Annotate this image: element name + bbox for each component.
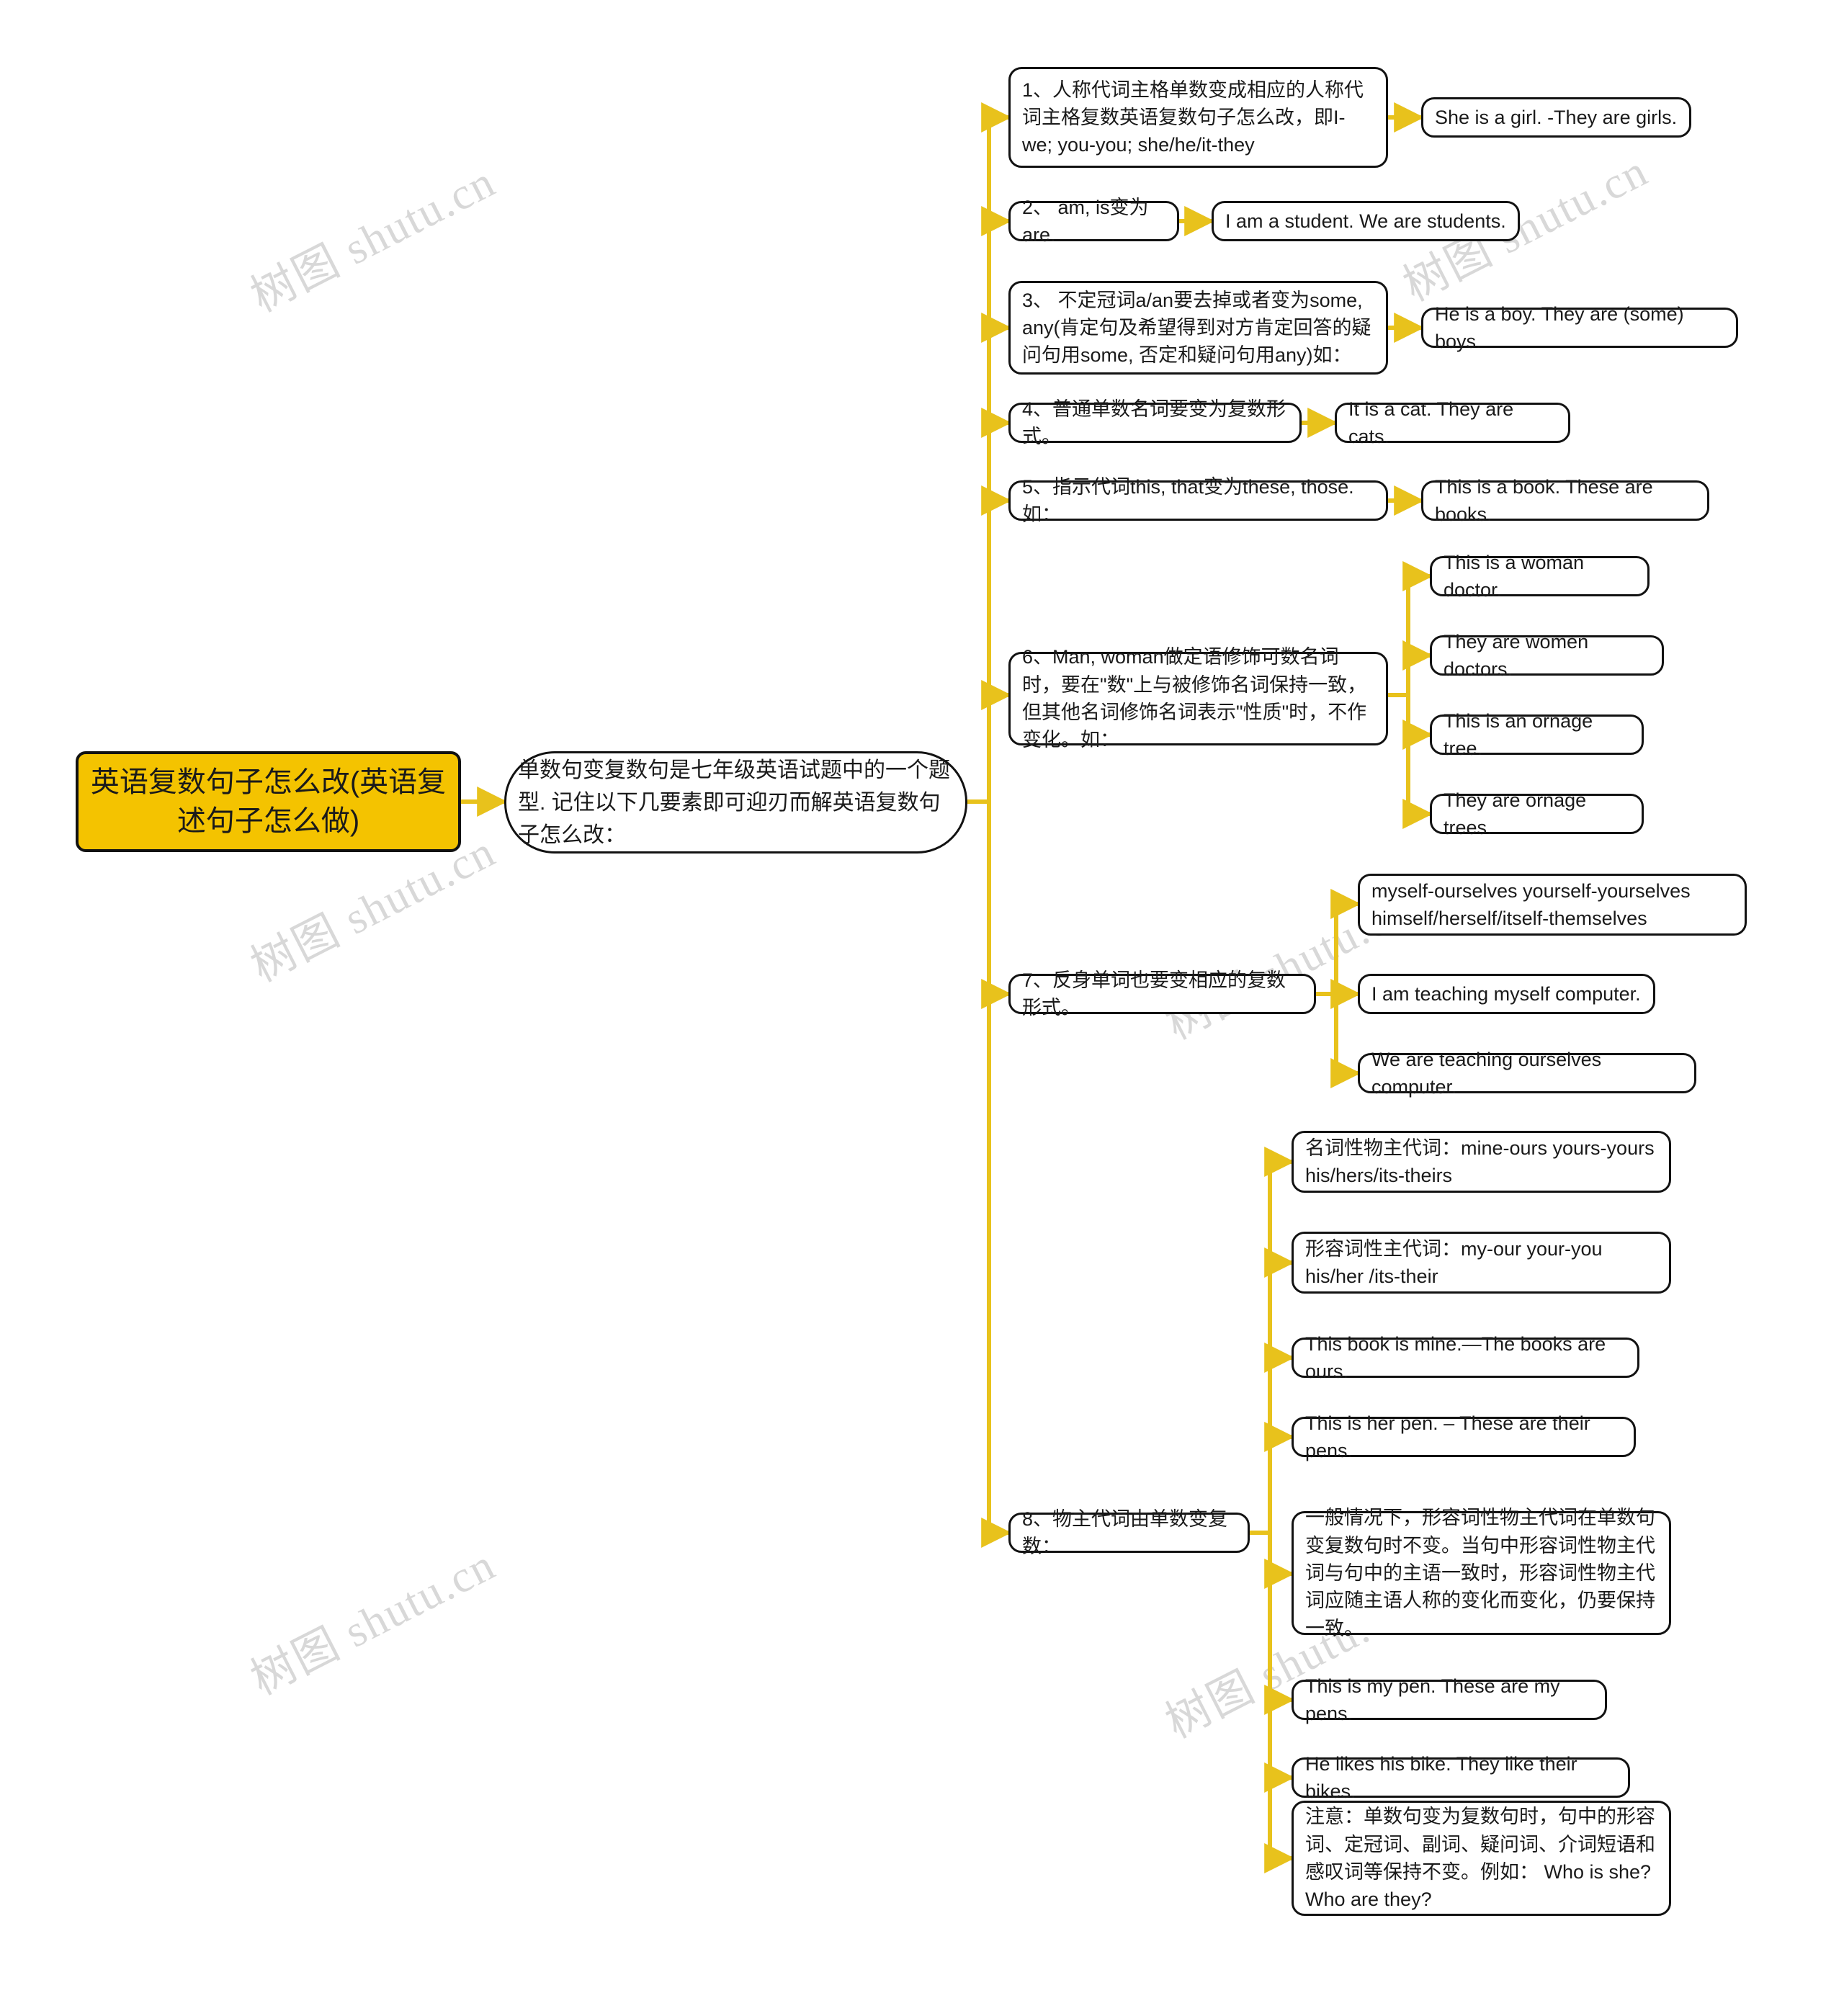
leaf-node-6-4-label: They are ornage trees. [1444, 789, 1587, 838]
leaf-node-4-1-label: It is a cat. They are cats. [1348, 398, 1514, 447]
leaf-node-6-2-label: They are women doctors. [1444, 630, 1589, 680]
branch-node-5[interactable]: 5、指示代词this, that变为these, those.如： [1008, 476, 1388, 525]
branch-node-6[interactable]: 6、Man, woman做定语修饰可数名词时，要在"数"上与被修饰名词保持一致，… [1008, 646, 1388, 751]
leaf-node-8-7[interactable]: He likes his bike. They like their bikes… [1292, 1753, 1630, 1802]
leaf-node-1-1-label: She is a girl. -They are girls. [1435, 106, 1678, 128]
leaf-node-2-1-label: I am a student. We are students. [1225, 210, 1506, 232]
leaf-node-8-8-label: 注意：单数句变为复数句时，句中的形容词、定冠词、副词、疑问词、介词短语和感叹词等… [1305, 1806, 1655, 1911]
root-node[interactable]: 英语复数句子怎么改(英语复述句子怎么做) [76, 751, 461, 852]
leaf-node-6-3[interactable]: This is an ornage tree. [1430, 710, 1644, 759]
branch-node-8[interactable]: 8、物主代词由单数变复数： [1008, 1508, 1250, 1557]
leaf-node-8-4[interactable]: This is her pen. – These are their pens. [1292, 1412, 1636, 1461]
leaf-node-8-3-label: This book is mine.—The books are ours. [1305, 1332, 1606, 1382]
branch-node-3-label: 3、 不定冠词a/an要去掉或者变为some, any(肯定句及希望得到对方肯定… [1022, 289, 1371, 367]
leaf-node-5-1-label: This is a book. These are books. [1435, 475, 1653, 525]
leaf-node-3-1[interactable]: He is a boy. They are (some) boys. [1421, 303, 1738, 352]
branch-node-7-label: 7、反身单词也要变相应的复数形式。 [1022, 969, 1286, 1018]
leaf-node-8-6[interactable]: This is my pen. These are my pens. [1292, 1675, 1607, 1724]
leaf-node-8-3[interactable]: This book is mine.—The books are ours. [1292, 1333, 1639, 1382]
leaf-node-8-2[interactable]: 形容词性主代词：my-our your-you his/her /its-the… [1292, 1232, 1671, 1294]
leaf-node-7-3-label: We are teaching ourselves computer. [1371, 1048, 1602, 1098]
intro-node-label: 单数句变复数句是七年级英语试题中的一个题型. 记住以下几要素即可迎刃而解英语复数… [518, 758, 950, 847]
leaf-node-5-1[interactable]: This is a book. These are books. [1421, 476, 1709, 525]
leaf-node-2-1[interactable]: I am a student. We are students. [1212, 201, 1520, 241]
root-node-label: 英语复数句子怎么改(英语复述句子怎么做) [90, 766, 447, 837]
mindmap-canvas: 树图 shutu.cn 树图 shutu.cn 树图 shutu.cn 树图 s… [0, 0, 1844, 2016]
leaf-node-8-5-label: 一般情况下，形容词性物主代词在单数句变复数句时不变。当句中形容词性物主代词与句中… [1305, 1507, 1655, 1639]
branch-node-2[interactable]: 2、 am, is变为are. [1008, 197, 1179, 246]
branch-node-3[interactable]: 3、 不定冠词a/an要去掉或者变为some, any(肯定句及希望得到对方肯定… [1008, 281, 1388, 375]
branch-node-8-label: 8、物主代词由单数变复数： [1022, 1507, 1228, 1557]
branch-node-5-label: 5、指示代词this, that变为these, those.如： [1022, 475, 1354, 525]
branch-node-1[interactable]: 1、人称代词主格单数变成相应的人称代词主格复数英语复数句子怎么改，即I-we; … [1008, 67, 1388, 168]
leaf-node-6-4[interactable]: They are ornage trees. [1430, 789, 1644, 838]
watermark: 树图 shutu.cn [243, 1540, 503, 1705]
leaf-node-7-2-label: I am teaching myself computer. [1371, 982, 1641, 1005]
intro-node[interactable]: 单数句变复数句是七年级英语试题中的一个题型. 记住以下几要素即可迎刃而解英语复数… [504, 751, 967, 854]
leaf-node-7-2[interactable]: I am teaching myself computer. [1358, 974, 1655, 1014]
branch-node-1-label: 1、人称代词主格单数变成相应的人称代词主格复数英语复数句子怎么改，即I-we; … [1022, 79, 1364, 156]
leaf-node-4-1[interactable]: It is a cat. They are cats. [1335, 398, 1570, 447]
leaf-node-8-7-label: He likes his bike. They like their bikes… [1305, 1752, 1577, 1802]
leaf-node-8-4-label: This is her pen. – These are their pens. [1305, 1412, 1590, 1461]
leaf-node-8-5[interactable]: 一般情况下，形容词性物主代词在单数句变复数句时不变。当句中形容词性物主代词与句中… [1292, 1507, 1671, 1639]
leaf-node-6-1-label: This is a woman doctor. [1444, 551, 1585, 601]
leaf-node-1-1[interactable]: She is a girl. -They are girls. [1421, 97, 1691, 138]
watermark: 树图 shutu.cn [243, 157, 503, 322]
leaf-node-8-8[interactable]: 注意：单数句变为复数句时，句中的形容词、定冠词、副词、疑问词、介词短语和感叹词等… [1292, 1801, 1671, 1916]
branch-node-4[interactable]: 4、普通单数名词要变为复数形式。 [1008, 398, 1302, 447]
branch-node-4-label: 4、普通单数名词要变为复数形式。 [1022, 398, 1286, 447]
leaf-node-8-1[interactable]: 名词性物主代词：mine-ours yours-yours his/hers/i… [1292, 1131, 1671, 1193]
leaf-node-7-1[interactable]: myself-ourselves yourself-yourselves him… [1358, 874, 1747, 936]
leaf-node-6-1[interactable]: This is a woman doctor. [1430, 552, 1650, 601]
branch-node-6-label: 6、Man, woman做定语修饰可数名词时，要在"数"上与被修饰名词保持一致，… [1022, 646, 1367, 751]
branch-node-2-label: 2、 am, is变为are. [1022, 196, 1149, 246]
leaf-node-6-2[interactable]: They are women doctors. [1430, 631, 1664, 680]
leaf-node-7-1-label: myself-ourselves yourself-yourselves him… [1371, 879, 1691, 929]
branch-node-7[interactable]: 7、反身单词也要变相应的复数形式。 [1008, 969, 1316, 1018]
leaf-node-8-2-label: 形容词性主代词：my-our your-you his/her /its-the… [1305, 1237, 1603, 1287]
leaf-node-6-3-label: This is an ornage tree. [1444, 709, 1593, 759]
leaf-node-8-1-label: 名词性物主代词：mine-ours yours-yours his/hers/i… [1305, 1137, 1655, 1186]
leaf-node-3-1-label: He is a boy. They are (some) boys. [1435, 303, 1684, 352]
leaf-node-8-6-label: This is my pen. These are my pens. [1305, 1675, 1560, 1724]
leaf-node-7-3[interactable]: We are teaching ourselves computer. [1358, 1049, 1696, 1098]
